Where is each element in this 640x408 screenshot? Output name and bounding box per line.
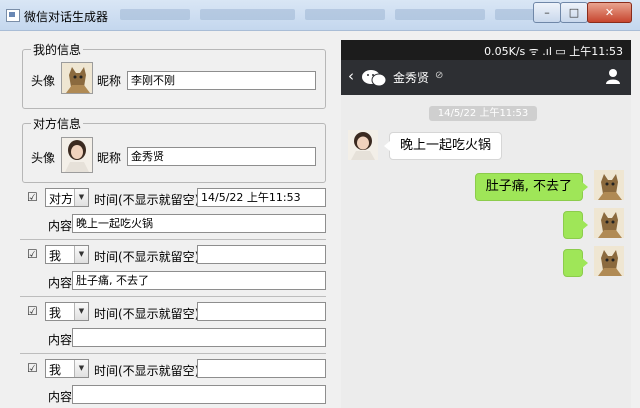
message-3-content-label: 内容 <box>48 333 73 347</box>
person-avatar-icon <box>348 130 378 160</box>
message-4-speaker: 我 <box>49 363 62 377</box>
message-1-checkbox[interactable]: ☑ <box>27 191 40 204</box>
incoming-bubble: 晚上一起吃火锅 <box>383 132 503 160</box>
other-nickname-label: 昵称 <box>97 151 122 165</box>
my-nickname-input[interactable]: 李刚不刚 <box>127 71 316 90</box>
taskbar-blur <box>120 9 190 20</box>
minimize-button[interactable]: – <box>533 2 561 23</box>
message-4-checkbox[interactable]: ☑ <box>27 362 40 375</box>
user-icon[interactable] <box>605 68 621 85</box>
message-1-time-input[interactable]: 14/5/22 上午11:53 <box>197 188 326 207</box>
phone-status-bar: 0.05K/s ᯤ .ıl ▭ 上午11:53 <box>341 40 631 60</box>
app-icon <box>6 9 20 22</box>
wechat-icon <box>362 70 387 87</box>
message-2-speaker-select[interactable]: 我 ▼ <box>45 245 89 264</box>
cat-avatar-icon <box>594 208 624 238</box>
status-text: 0.05K/s ᯤ .ıl ▭ 上午11:53 <box>484 45 623 58</box>
message-4-time-input[interactable] <box>197 359 326 378</box>
my-avatar-label: 头像 <box>31 74 56 88</box>
window-controls: – □ ✕ <box>533 2 632 23</box>
message-1-speaker: 对方 <box>49 192 74 206</box>
message-3-time-input[interactable] <box>197 302 326 321</box>
other-nickname-input[interactable]: 金秀贤 <box>127 147 316 166</box>
divider <box>20 353 326 354</box>
my-nickname-label: 昵称 <box>97 74 122 88</box>
cat-avatar-icon <box>594 246 624 276</box>
message-3-checkbox[interactable]: ☑ <box>27 305 40 318</box>
app-window: 微信对话生成器 – □ ✕ 我的信息 头像 昵称 李刚不刚 对方信息 头像 昵称… <box>0 0 640 408</box>
taskbar-blur <box>395 9 485 20</box>
message-3-content-input[interactable] <box>72 328 326 347</box>
close-button[interactable]: ✕ <box>587 2 632 23</box>
message-2-checkbox[interactable]: ☑ <box>27 248 40 261</box>
other-info-group: 对方信息 头像 昵称 金秀贤 <box>22 115 326 183</box>
outgoing-avatar <box>594 170 624 200</box>
my-avatar[interactable] <box>61 62 93 94</box>
chat-preview: 0.05K/s ᯤ .ıl ▭ 上午11:53 ‹ 金秀贤 ⊘ 14/5/22 … <box>341 40 631 408</box>
message-4-speaker-select[interactable]: 我 ▼ <box>45 359 89 378</box>
incoming-avatar <box>348 130 378 160</box>
other-avatar[interactable] <box>61 137 93 173</box>
message-1-time-label: 时间(不显示就留空) <box>94 193 200 207</box>
taskbar-blur <box>305 9 385 20</box>
divider <box>20 296 326 297</box>
chevron-down-icon: ▼ <box>74 303 88 320</box>
message-2-content-input[interactable]: 肚子痛, 不去了 <box>72 271 326 290</box>
taskbar-blur <box>200 9 295 20</box>
cat-avatar-icon <box>62 63 92 93</box>
other-avatar-label: 头像 <box>31 151 56 165</box>
message-3-speaker: 我 <box>49 306 62 320</box>
message-1-content-label: 内容 <box>48 219 73 233</box>
message-2-time-input[interactable] <box>197 245 326 264</box>
my-info-group: 我的信息 头像 昵称 李刚不刚 <box>22 41 326 109</box>
chevron-down-icon: ▼ <box>74 189 88 206</box>
chat-name: 金秀贤 <box>393 71 430 85</box>
message-1-content-input[interactable]: 晚上一起吃火锅 <box>72 214 326 233</box>
other-info-title: 对方信息 <box>31 115 84 132</box>
message-2-content-label: 内容 <box>48 276 73 290</box>
message-2-speaker: 我 <box>49 249 62 263</box>
time-chip: 14/5/22 上午11:53 <box>429 106 537 121</box>
message-2-time-label: 时间(不显示就留空) <box>94 250 200 264</box>
chat-header: ‹ 金秀贤 ⊘ <box>341 60 631 95</box>
cat-avatar-icon <box>594 170 624 200</box>
outgoing-avatar <box>594 246 624 276</box>
outgoing-avatar <box>594 208 624 238</box>
message-4-time-label: 时间(不显示就留空) <box>94 364 200 378</box>
message-3-speaker-select[interactable]: 我 ▼ <box>45 302 89 321</box>
chevron-down-icon: ▼ <box>74 360 88 377</box>
chevron-down-icon: ▼ <box>74 246 88 263</box>
outgoing-bubble-empty <box>563 249 588 277</box>
message-4-content-label: 内容 <box>48 390 73 404</box>
person-avatar-icon <box>62 138 92 172</box>
back-icon[interactable]: ‹ <box>348 67 354 85</box>
outgoing-bubble: 肚子痛, 不去了 <box>474 173 589 201</box>
mute-icon: ⊘ <box>435 70 444 81</box>
maximize-button[interactable]: □ <box>560 2 588 23</box>
title-bar: 微信对话生成器 – □ ✕ <box>0 0 640 31</box>
my-info-title: 我的信息 <box>31 41 84 58</box>
message-3-time-label: 时间(不显示就留空) <box>94 307 200 321</box>
message-1-speaker-select[interactable]: 对方 ▼ <box>45 188 89 207</box>
window-title: 微信对话生成器 <box>24 10 109 24</box>
message-4-content-input[interactable] <box>72 385 326 404</box>
divider <box>20 239 326 240</box>
outgoing-bubble-empty <box>563 211 588 239</box>
form-panel: 我的信息 头像 昵称 李刚不刚 对方信息 头像 昵称 金秀贤 ☑ 对方 ▼ 时间… <box>0 31 340 408</box>
